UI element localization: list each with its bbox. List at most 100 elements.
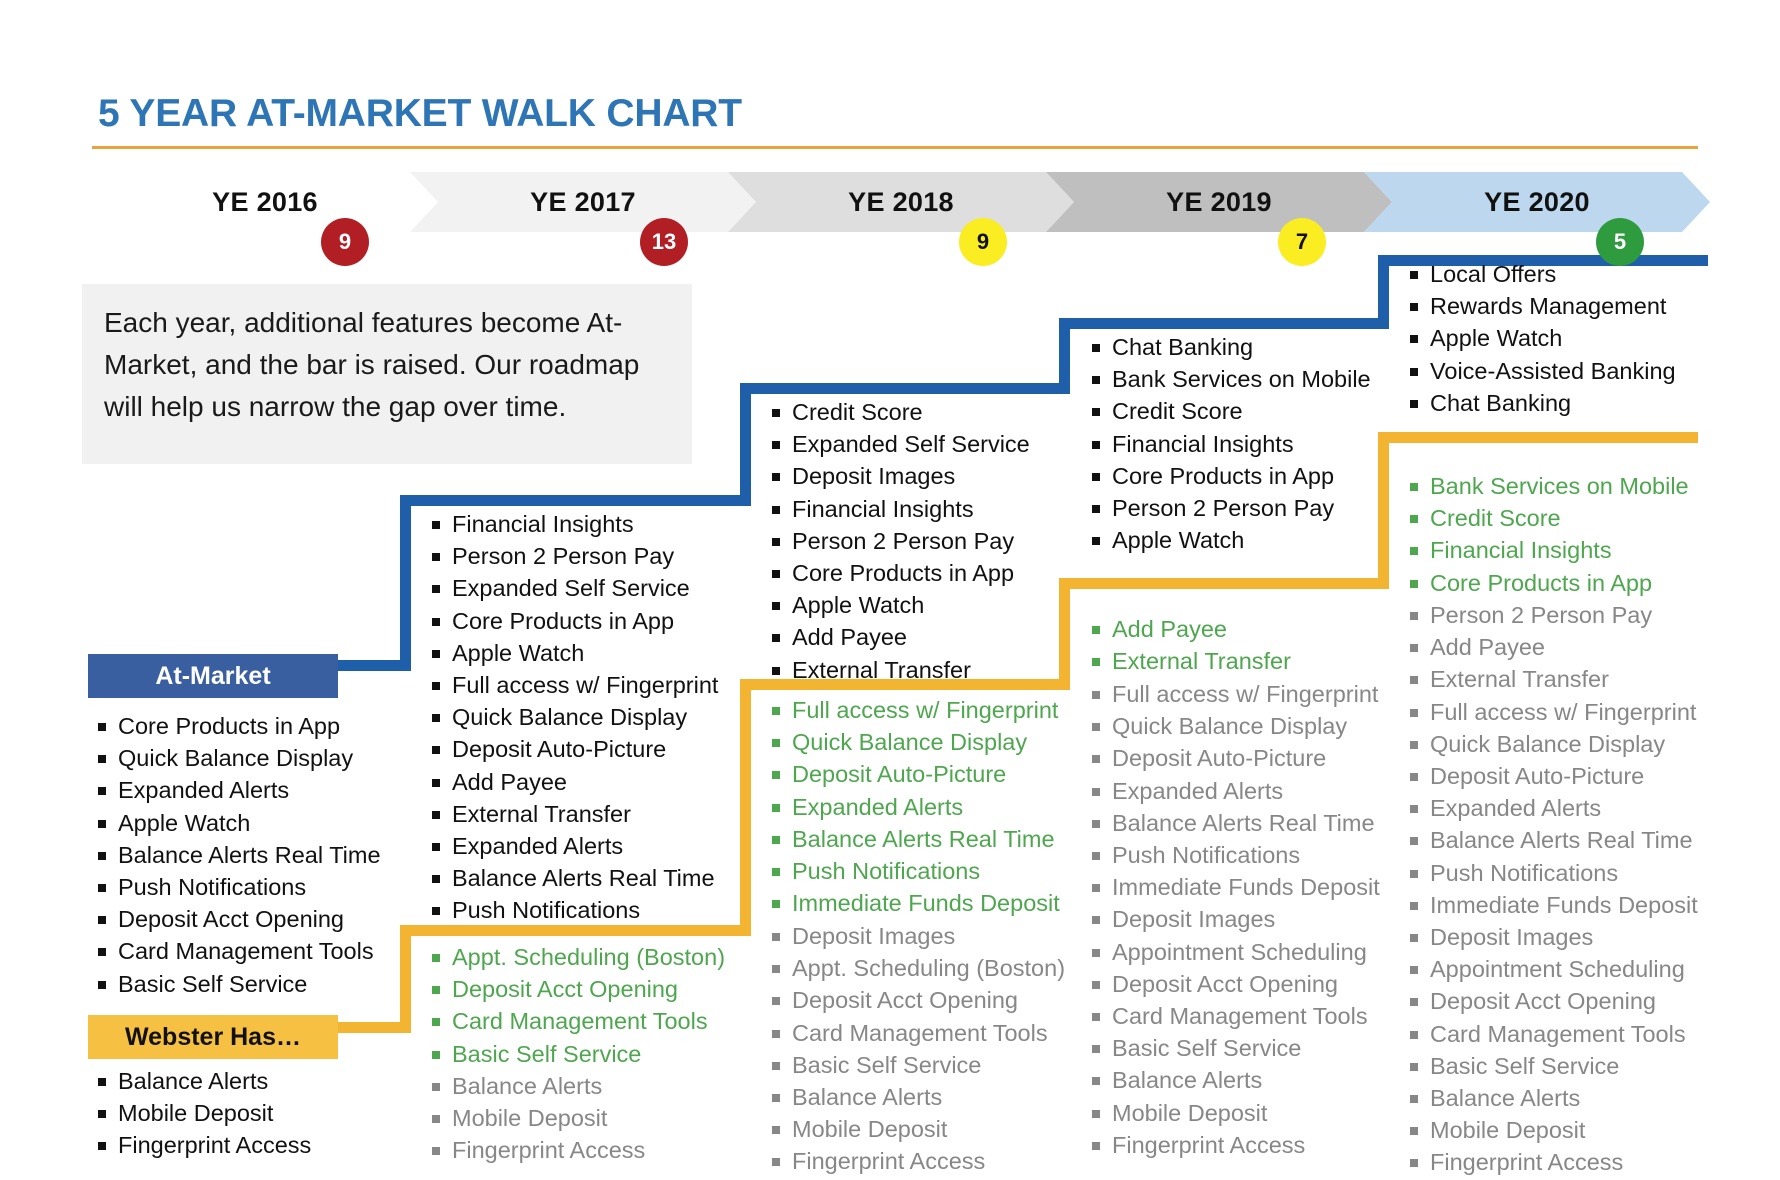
feature-list-item: Card Management Tools — [96, 935, 381, 967]
feature-list-item: Push Notifications — [770, 855, 1060, 887]
yellow-step-riser-2018-2019 — [1059, 578, 1070, 690]
feature-list-item: Basic Self Service — [770, 1049, 1065, 1081]
list-2019-webster-new: Add Payee External Transfer — [1090, 613, 1291, 677]
yellow-step-riser-2019-2020 — [1378, 432, 1389, 589]
feature-list-item: Add Payee — [1090, 613, 1291, 645]
feature-list-item: External Transfer — [430, 798, 718, 830]
feature-list-item: Deposit Auto-Picture — [430, 733, 718, 765]
feature-list-item: Basic Self Service — [1408, 1050, 1698, 1082]
feature-list-item: Deposit Acct Opening — [96, 903, 381, 935]
feature-list-item: Basic Self Service — [96, 968, 381, 1000]
list-2017-at-market: Financial Insights Person 2 Person Pay Exp… — [430, 508, 718, 927]
feature-list-item: Apple Watch — [96, 807, 381, 839]
feature-list-item: Balance Alerts Real Time — [430, 862, 718, 894]
feature-list-item: Basic Self Service — [1090, 1032, 1380, 1064]
feature-list-item: Appt. Scheduling (Boston) — [430, 941, 725, 973]
feature-list-item: Balance Alerts — [770, 1081, 1065, 1113]
feature-list-item: Immediate Funds Deposit — [1090, 871, 1380, 903]
feature-list-item: Financial Insights — [770, 493, 1030, 525]
feature-list-item: Appointment Scheduling — [1408, 953, 1698, 985]
feature-list-item: Full access w/ Fingerprint — [430, 669, 718, 701]
feature-list-item: Balance Alerts Real Time — [1408, 824, 1698, 856]
blue-step-riser-2018-2019 — [1059, 318, 1070, 394]
year-chevron-label: YE 2018 — [848, 186, 954, 217]
feature-list-item: Deposit Acct Opening — [770, 984, 1065, 1016]
feature-list-item: Expanded Alerts — [1408, 792, 1698, 824]
feature-list-item: Basic Self Service — [430, 1038, 725, 1070]
feature-list-item: Expanded Alerts — [1090, 775, 1380, 807]
feature-list-item: Mobile Deposit — [430, 1102, 645, 1134]
feature-list-item: Financial Insights — [430, 508, 718, 540]
list-2019-at-market: Chat Banking Bank Services on Mobile Credi… — [1090, 331, 1371, 556]
list-2018-webster-new: Full access w/ Fingerprint Quick Balance … — [770, 694, 1060, 919]
feature-list-item: Full access w/ Fingerprint — [1090, 678, 1380, 710]
feature-list-item: Mobile Deposit — [1090, 1097, 1380, 1129]
feature-list-item: Bank Services on Mobile — [1090, 363, 1371, 395]
feature-list-item: Person 2 Person Pay — [430, 540, 718, 572]
feature-list-item: Fingerprint Access — [96, 1129, 311, 1161]
feature-list-item: Fingerprint Access — [430, 1134, 645, 1166]
feature-list-item: Deposit Images — [1090, 903, 1380, 935]
year-chevron-ye-2017[interactable]: YE 2017 — [410, 172, 756, 232]
feature-list-item: Chat Banking — [1408, 387, 1676, 419]
feature-list-item: Balance Alerts Real Time — [96, 839, 381, 871]
feature-list-item: Core Products in App — [1408, 567, 1689, 599]
feature-list-item: Mobile Deposit — [770, 1113, 1065, 1145]
feature-list-item: Balance Alerts Real Time — [1090, 807, 1380, 839]
feature-list-item: Person 2 Person Pay — [1090, 492, 1371, 524]
year-count-badge: 9 — [321, 218, 369, 266]
year-chevron-ye-2020[interactable]: YE 2020 — [1364, 172, 1710, 232]
feature-list-item: Balance Alerts Real Time — [770, 823, 1060, 855]
feature-list-item: Fingerprint Access — [1408, 1146, 1698, 1178]
feature-list-item: Expanded Alerts — [770, 791, 1060, 823]
feature-list-item: Immediate Funds Deposit — [1408, 889, 1698, 921]
feature-list-item: Balance Alerts — [430, 1070, 645, 1102]
feature-list-item: Balance Alerts — [1408, 1082, 1698, 1114]
feature-list-item: Deposit Images — [1408, 921, 1698, 953]
list-2019-webster-existing: Full access w/ Fingerprint Quick Balance … — [1090, 678, 1380, 1161]
feature-list-item: Voice-Assisted Banking — [1408, 355, 1676, 387]
feature-list-item: Financial Insights — [1408, 534, 1689, 566]
yellow-step-segment-2019 — [1059, 578, 1389, 589]
title-underline-rule — [92, 146, 1698, 149]
webster-has-label: Webster Has… — [88, 1015, 338, 1059]
feature-list-item: Expanded Self Service — [770, 428, 1030, 460]
feature-list-item: Local Offers — [1408, 258, 1676, 290]
feature-list-item: Appointment Scheduling — [1090, 936, 1380, 968]
feature-list-item: Core Products in App — [96, 710, 381, 742]
feature-list-item: External Transfer — [770, 654, 1030, 686]
feature-list-item: Deposit Images — [770, 460, 1030, 492]
feature-list-item: Add Payee — [770, 621, 1030, 653]
feature-list-item: Apple Watch — [1408, 322, 1676, 354]
feature-list-item: Deposit Acct Opening — [430, 973, 725, 1005]
walk-chart-slide: 5 YEAR AT-MARKET WALK CHART YE 2016 YE 20… — [0, 0, 1780, 1180]
feature-list-item: Fingerprint Access — [1090, 1129, 1380, 1161]
list-2020-webster-new: Bank Services on Mobile Credit Score Finan… — [1408, 470, 1689, 599]
year-count-badge: 9 — [959, 218, 1007, 266]
feature-list-item: Push Notifications — [1408, 857, 1698, 889]
feature-list-item: Fingerprint Access — [770, 1145, 1065, 1177]
list-2018-webster-existing: Deposit Images Appt. Scheduling (Boston) D… — [770, 920, 1065, 1178]
feature-list-item: Appt. Scheduling (Boston) — [770, 952, 1065, 984]
year-chevron-label: YE 2017 — [530, 186, 636, 217]
blue-step-riser-2016-2017 — [400, 495, 411, 671]
blue-step-segment-2017 — [400, 495, 740, 506]
feature-list-item: Rewards Management — [1408, 290, 1676, 322]
feature-list-item: Apple Watch — [770, 589, 1030, 621]
year-chevron-ye-2019[interactable]: YE 2019 — [1046, 172, 1392, 232]
feature-list-item: Card Management Tools — [770, 1017, 1065, 1049]
feature-list-item: Quick Balance Display — [1408, 728, 1698, 760]
intro-text-box: Each year, additional features become At… — [82, 284, 692, 464]
year-chevron-ye-2018[interactable]: YE 2018 — [728, 172, 1074, 232]
list-2020-webster-existing: Person 2 Person Pay Add Payee External Tra… — [1408, 599, 1698, 1179]
year-count-badge: 7 — [1278, 218, 1326, 266]
list-2018-at-market: Credit Score Expanded Self Service Deposit… — [770, 396, 1030, 686]
year-chevron-label: YE 2020 — [1484, 186, 1590, 217]
feature-list-item: Core Products in App — [1090, 460, 1371, 492]
year-count-badge: 5 — [1596, 218, 1644, 266]
year-chevron-ye-2016[interactable]: YE 2016 — [92, 172, 438, 232]
feature-list-item: Deposit Auto-Picture — [770, 758, 1060, 790]
feature-list-item: Card Management Tools — [1408, 1018, 1698, 1050]
list-2016-webster-has: Balance Alerts Mobile Deposit Fingerprint … — [96, 1065, 311, 1162]
feature-list-item: Financial Insights — [1090, 428, 1371, 460]
